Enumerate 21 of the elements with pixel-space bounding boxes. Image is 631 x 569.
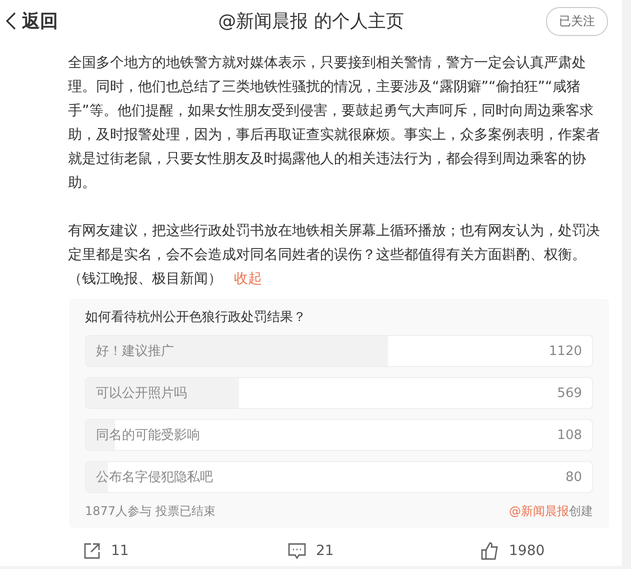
option-label: 公布名字侵犯隐私吧 — [96, 469, 213, 486]
vote-count: 569 — [557, 386, 582, 400]
option-label: 可以公开照片吗 — [96, 385, 187, 402]
vote-count: 1120 — [548, 344, 582, 358]
option-label: 同名的可能受影响 — [96, 427, 200, 444]
follow-button[interactable]: 已关注 — [546, 6, 608, 36]
paragraph: 有网友建议，把这些行政处罚书放在地铁相关屏幕上循环播放；也有网友认为，处罚决定里都是实名，会不会造成对同名同姓者的误伤？这些都值得有关方面斟酌、权衡。（钱江晚报、极目新闻） 收起 — [68, 222, 601, 289]
share-button[interactable]: 11 — [83, 542, 288, 560]
vote-count: 108 — [557, 428, 582, 442]
creator-link[interactable]: @新闻晨报 — [509, 504, 569, 518]
poll-status: 1877人参与 投票已结束 — [85, 503, 216, 520]
created-label: 创建 — [569, 504, 593, 518]
option-label: 好！建议推广 — [96, 343, 174, 360]
vote-count: 80 — [565, 470, 582, 484]
poll-question: 如何看待杭州公开色狼行政处罚结果？ — [85, 309, 307, 326]
collapse-link[interactable]: 收起 — [234, 271, 262, 287]
comment-button[interactable]: 21 — [288, 542, 481, 560]
page-title: @新闻晨报 的个人主页 — [218, 11, 404, 32]
back-button[interactable]: 返回 — [6, 9, 58, 33]
paragraph: 全国多个地方的地铁警方就对媒体表示，只要接到相关警情，警方一定会认真严肃处理。同时，他们也总结了三类地铁性骚扰的情况，主要涉及“露阴癖”“偷拍狂”“咸猪手”等。他们提醒，如果女性朋友受到侵害，要鼓起勇气大声呵斥，同时向周边乘客求助，及时报警处理，因为，事后再取证查实就很麻烦。事实上，众多案例表明，作案者就是过街老鼠，只要女性朋友及时揭露他人的相关违法行为，都会得到周边乘客的协助。 — [68, 54, 601, 193]
like-button[interactable]: 1980 — [481, 542, 545, 560]
